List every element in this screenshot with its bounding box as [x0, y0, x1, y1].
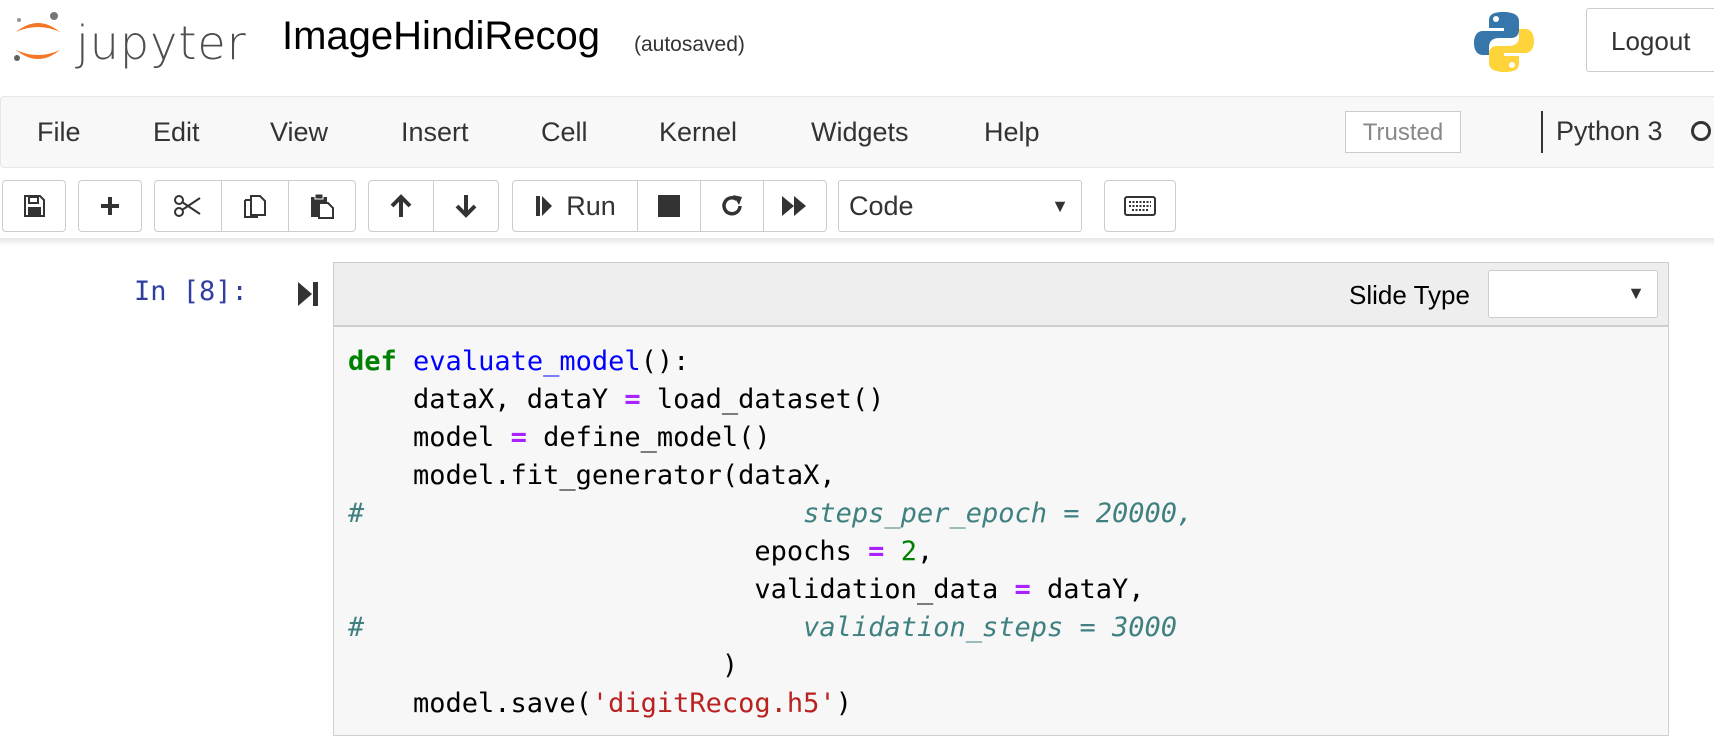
code-line: # steps_per_epoch = 20000, [348, 498, 1194, 529]
plus-icon [101, 197, 119, 215]
cut-button[interactable] [154, 180, 222, 232]
interrupt-button[interactable] [637, 180, 701, 232]
toolbar-shadow [0, 238, 1714, 246]
menu-cell[interactable]: Cell [541, 117, 588, 148]
chevron-down-icon: ▼ [1051, 196, 1069, 216]
code-line: dataX, dataY = load_dataset() [348, 384, 885, 415]
paste-icon [311, 193, 334, 219]
slide-type-label: Slide Type [1349, 280, 1470, 310]
code-line: ) [348, 650, 739, 681]
chevron-down-icon: ▼ [1627, 283, 1645, 303]
toolbar: Run Code ▼ [0, 176, 1714, 242]
code-content[interactable]: def evaluate_model(): dataX, dataY = loa… [334, 327, 1668, 723]
code-line: epochs = 2, [348, 536, 934, 567]
trusted-indicator[interactable]: Trusted [1345, 111, 1461, 153]
kernel-status-icon [1691, 121, 1711, 141]
move-down-button[interactable] [433, 180, 499, 232]
menu-kernel[interactable]: Kernel [659, 117, 737, 148]
menu-help[interactable]: Help [984, 117, 1040, 148]
paste-button[interactable] [288, 180, 356, 232]
step-forward-icon [536, 196, 553, 216]
code-line: def evaluate_model(): [348, 346, 690, 377]
menu-widgets[interactable]: Widgets [811, 117, 909, 148]
jupyter-logo-icon [14, 12, 60, 61]
logout-button[interactable]: Logout [1586, 8, 1714, 72]
copy-icon [244, 195, 266, 218]
python-logo-icon [1474, 12, 1534, 72]
command-palette-button[interactable] [1104, 180, 1176, 232]
code-line: model = define_model() [348, 422, 771, 453]
insert-cell-button[interactable] [78, 180, 142, 232]
cut-icon [174, 195, 201, 217]
menu-view[interactable]: View [270, 117, 328, 148]
copy-button[interactable] [221, 180, 289, 232]
save-button[interactable] [2, 180, 66, 232]
menubar: File Edit View Insert Cell Kernel Widget… [0, 96, 1714, 168]
stop-icon [658, 195, 680, 217]
input-prompt: In [8]: [134, 276, 248, 307]
menu-edit[interactable]: Edit [153, 117, 200, 148]
kernel-divider [1541, 111, 1543, 153]
code-line: model.fit_generator(dataX, [348, 460, 836, 491]
jupyter-logo[interactable]: jupyter [10, 10, 250, 70]
slide-type-select[interactable]: ▼ [1488, 270, 1658, 318]
cell-type-select[interactable]: Code ▼ [838, 180, 1082, 232]
save-icon [24, 195, 45, 217]
code-line: model.save('digitRecog.h5') [348, 688, 852, 719]
autosave-status: (autosaved) [634, 33, 745, 56]
code-editor[interactable]: def evaluate_model(): dataX, dataY = loa… [333, 326, 1669, 736]
move-up-button[interactable] [368, 180, 434, 232]
run-button-label: Run [566, 190, 616, 221]
arrow-up-icon [390, 194, 412, 217]
code-line: validation_data = dataY, [348, 574, 1145, 605]
run-cell-icon[interactable] [298, 280, 320, 308]
jupyter-wordmark: jupyter [76, 16, 247, 70]
menu-file[interactable]: File [37, 117, 81, 148]
notebook-name[interactable]: ImageHindiRecog [282, 14, 600, 59]
run-button[interactable]: Run [512, 180, 638, 232]
kernel-name[interactable]: Python 3 [1556, 116, 1663, 147]
fast-forward-icon [782, 196, 806, 216]
restart-icon [722, 195, 742, 216]
cell-type-value: Code [849, 191, 914, 221]
restart-button[interactable] [700, 180, 764, 232]
arrow-down-icon [455, 195, 477, 218]
code-line: # validation_steps = 3000 [348, 612, 1178, 643]
menu-insert[interactable]: Insert [401, 117, 469, 148]
restart-run-all-button[interactable] [763, 180, 827, 232]
keyboard-icon [1124, 196, 1156, 216]
header: jupyter ImageHindiRecog (autosaved) Logo… [0, 0, 1714, 88]
